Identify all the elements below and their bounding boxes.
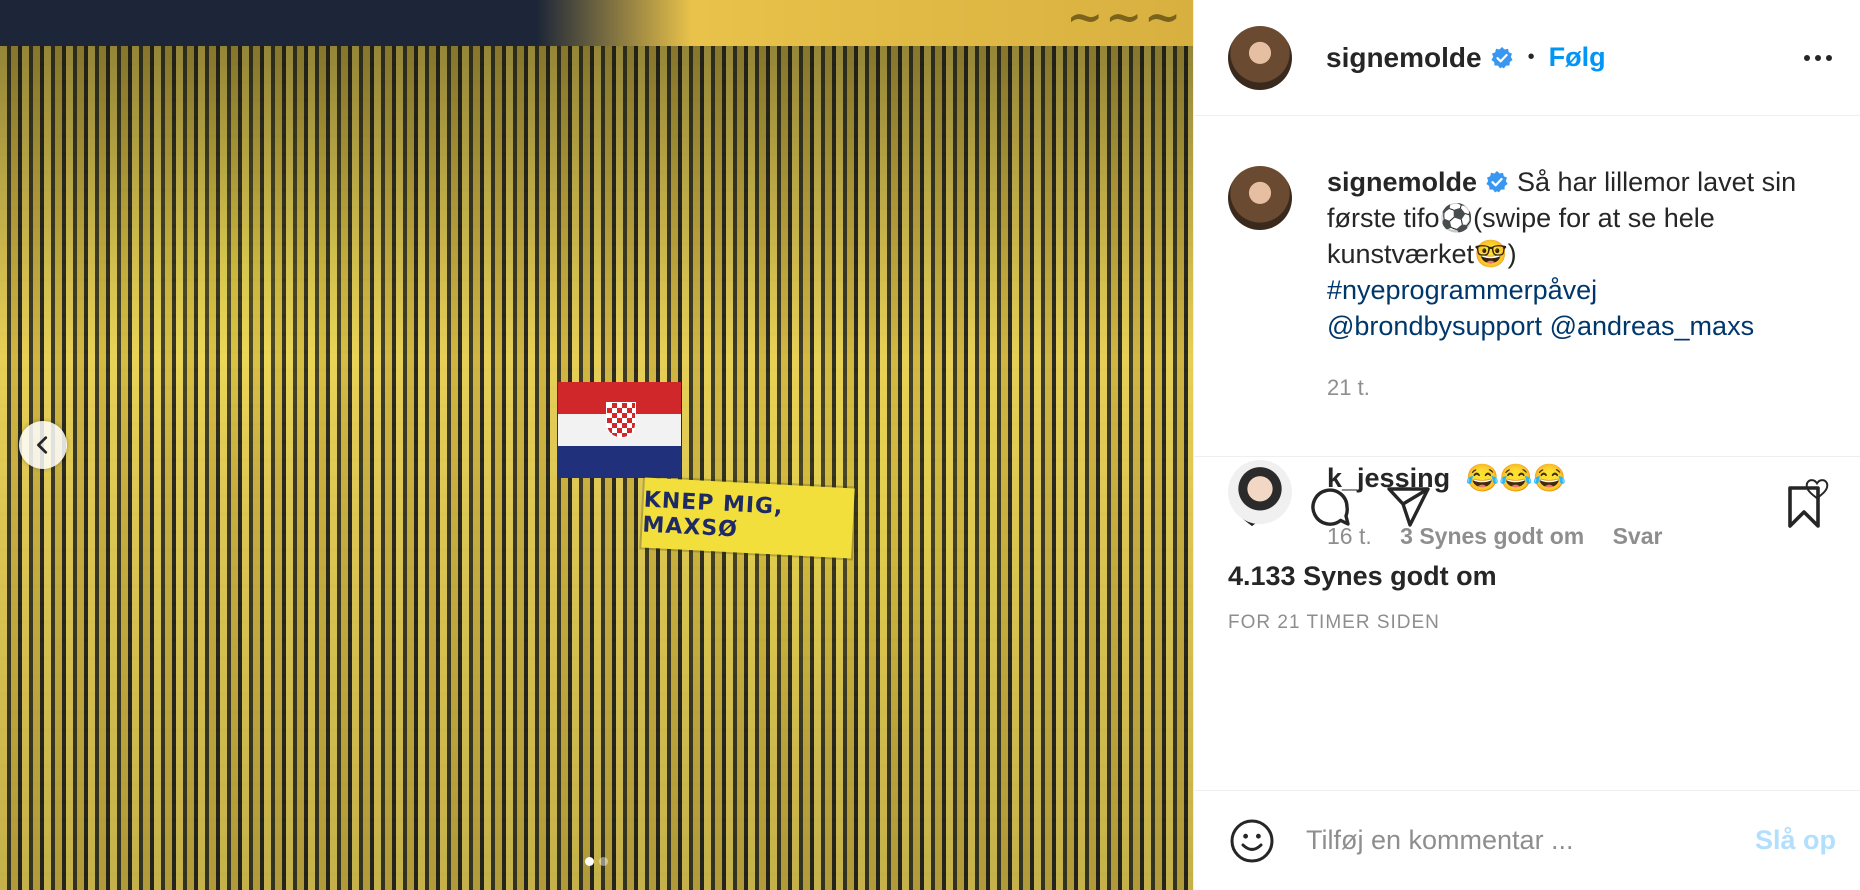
caption-username[interactable]: signemolde: [1327, 167, 1477, 197]
verified-badge-icon: [1486, 171, 1508, 193]
carousel-prev-button[interactable]: [19, 421, 67, 469]
top-banner-lettering: ~~~: [1066, 0, 1183, 43]
header-separator: •: [1527, 46, 1535, 68]
comment-username[interactable]: k_jessing: [1327, 463, 1450, 493]
likes-count[interactable]: 4.133 Synes godt om: [1194, 561, 1860, 592]
more-options-icon[interactable]: [1804, 54, 1832, 61]
carousel-dots: [0, 857, 1193, 866]
tifo-banner-text: KNEP MIG, MAXSØ: [641, 487, 785, 543]
hashtag-link[interactable]: #nyeprogrammerpåvej: [1327, 275, 1597, 305]
reply-button[interactable]: Svar: [1613, 523, 1663, 549]
comment-meta: 16 t. 3 Synes godt om Svar: [1327, 518, 1826, 554]
carousel-dot: [585, 857, 594, 866]
avatar[interactable]: [1228, 460, 1292, 524]
comment-timestamp[interactable]: 16 t.: [1327, 523, 1372, 549]
comment-text: 😂😂😂: [1465, 463, 1567, 493]
header-username[interactable]: signemolde: [1326, 42, 1482, 74]
caption: signemolde Så har lillemor lavet sin før…: [1228, 164, 1826, 406]
post-header: signemolde • Følg: [1194, 0, 1860, 116]
verified-badge-icon: [1490, 46, 1513, 68]
carousel-dot: [599, 857, 608, 866]
post-sidebar: signemolde • Følg signemolde Så har lill…: [1193, 0, 1860, 890]
croatian-flag: [558, 382, 681, 478]
comments-section: signemolde Så har lillemor lavet sin før…: [1194, 116, 1860, 549]
add-comment-bar: Slå op: [1194, 790, 1860, 890]
tifo-banner: KNEP MIG, MAXSØ: [641, 477, 855, 559]
post-media[interactable]: ~~~ KNEP MIG, MAXSØ: [0, 0, 1193, 890]
emoji-icon[interactable]: [1228, 817, 1276, 865]
post-timestamp[interactable]: FOR 21 TIMER SIDEN: [1194, 612, 1860, 634]
stadium-top-banner: ~~~: [0, 0, 1193, 46]
avatar[interactable]: [1228, 25, 1292, 90]
caption-text-block: signemolde Så har lillemor lavet sin før…: [1327, 164, 1826, 406]
comment-like-heart-icon[interactable]: [1804, 476, 1830, 502]
comment-item: k_jessing 😂😂😂 16 t. 3 Synes godt om Svar: [1228, 460, 1829, 554]
comment-input[interactable]: [1304, 824, 1755, 857]
chevron-left-icon: [37, 436, 48, 454]
follow-button[interactable]: Følg: [1549, 42, 1606, 73]
instagram-post-view: ~~~ KNEP MIG, MAXSØ signemolde • Følg si…: [0, 0, 1860, 890]
comment-body: k_jessing 😂😂😂 16 t. 3 Synes godt om Svar: [1327, 460, 1826, 554]
comment-likes-link[interactable]: 3 Synes godt om: [1400, 523, 1584, 549]
mention-link[interactable]: @brondbysupport: [1327, 311, 1542, 341]
caption-timestamp[interactable]: 21 t.: [1327, 370, 1826, 406]
post-comment-button[interactable]: Slå op: [1755, 825, 1836, 856]
avatar[interactable]: [1228, 166, 1292, 230]
mention-link[interactable]: @andreas_maxs: [1550, 311, 1755, 341]
